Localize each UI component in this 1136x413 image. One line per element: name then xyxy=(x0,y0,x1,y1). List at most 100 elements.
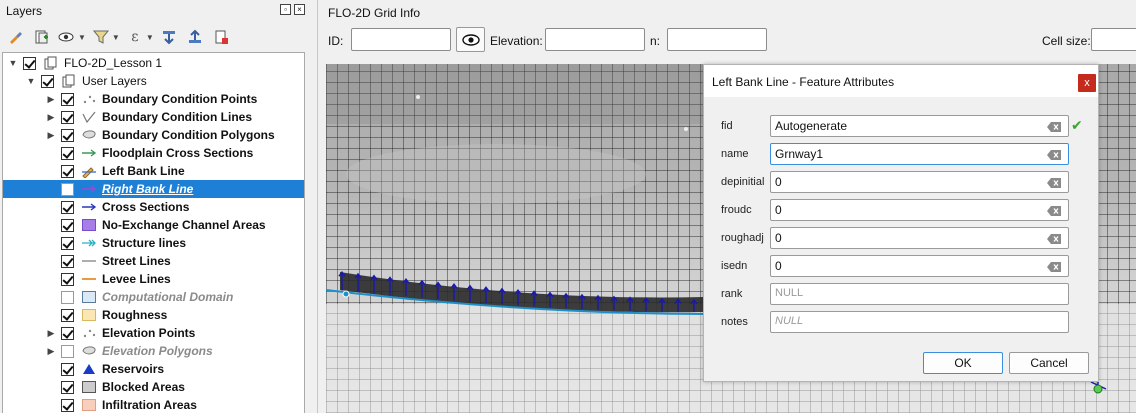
field-input-notes[interactable]: NULL xyxy=(770,311,1069,333)
n-input[interactable] xyxy=(667,28,767,51)
orange-line-icon xyxy=(80,272,98,286)
field-label-isedn: isedn xyxy=(721,260,748,272)
eye-button[interactable] xyxy=(456,27,485,52)
ok-button[interactable]: OK xyxy=(923,352,1003,374)
add-group-icon[interactable] xyxy=(30,26,52,48)
layer-visibility-checkbox[interactable] xyxy=(61,92,74,106)
layer-tree-item[interactable]: Right Bank Line xyxy=(3,180,304,198)
field-input-froudc[interactable]: 0 xyxy=(770,199,1069,221)
terrain-shade xyxy=(326,64,706,124)
layer-tree-item[interactable]: Levee Lines xyxy=(3,270,304,288)
layer-tree-item[interactable]: ▶ Boundary Condition Points xyxy=(3,90,304,108)
cell-size-input[interactable] xyxy=(1091,28,1136,51)
layer-tree-item[interactable]: Cross Sections xyxy=(3,198,304,216)
layer-visibility-checkbox[interactable] xyxy=(61,362,74,376)
field-input-depinitial[interactable]: 0 xyxy=(770,171,1069,193)
clear-field-icon[interactable] xyxy=(1047,149,1061,160)
points-icon xyxy=(80,326,98,340)
collapse-all-icon[interactable] xyxy=(184,26,206,48)
layer-visibility-checkbox[interactable] xyxy=(61,290,74,304)
layer-name: Street Lines xyxy=(102,254,171,268)
layer-visibility-checkbox[interactable] xyxy=(61,326,74,340)
layer-name: FLO-2D_Lesson 1 xyxy=(64,56,163,70)
chevron-right-icon[interactable]: ▶ xyxy=(45,94,57,105)
layer-visibility-checkbox[interactable] xyxy=(41,74,54,88)
layer-visibility-checkbox[interactable] xyxy=(61,308,74,322)
close-button[interactable]: x xyxy=(1078,74,1096,92)
field-input-name[interactable]: Grnway1 xyxy=(770,143,1069,165)
layer-tree-item[interactable]: Computational Domain xyxy=(3,288,304,306)
edit-pencil-icon xyxy=(80,164,98,178)
clear-field-icon[interactable] xyxy=(1047,233,1061,244)
layer-visibility-checkbox[interactable] xyxy=(61,254,74,268)
layer-name: Left Bank Line xyxy=(102,164,185,178)
layer-tree-item[interactable]: Floodplain Cross Sections xyxy=(3,144,304,162)
polygons-icon xyxy=(80,128,98,142)
layer-visibility-checkbox[interactable] xyxy=(61,380,74,394)
float-panel-icon[interactable]: ▫ xyxy=(280,4,291,15)
id-label: ID: xyxy=(328,34,344,48)
field-label-notes: notes xyxy=(721,316,748,328)
paint-brush-icon[interactable] xyxy=(4,26,26,48)
layer-tree-item[interactable]: No-Exchange Channel Areas xyxy=(3,216,304,234)
dialog-titlebar[interactable]: Left Bank Line - Feature Attributes x xyxy=(704,65,1098,97)
chevron-down-icon[interactable]: ▼ xyxy=(112,33,120,42)
layer-tree-item[interactable]: Left Bank Line xyxy=(3,162,304,180)
clear-field-icon[interactable] xyxy=(1047,205,1061,216)
filter-icon[interactable] xyxy=(90,26,112,48)
remove-layer-icon[interactable] xyxy=(210,26,232,48)
chevron-down-icon[interactable]: ▼ xyxy=(25,76,37,86)
chevron-right-icon[interactable]: ▶ xyxy=(45,130,57,141)
chevron-right-icon[interactable]: ▶ xyxy=(45,328,57,339)
chevron-right-icon[interactable]: ▶ xyxy=(45,112,57,123)
layer-visibility-checkbox[interactable] xyxy=(61,182,74,196)
chevron-down-icon[interactable]: ▼ xyxy=(7,58,19,68)
map-point xyxy=(416,95,420,99)
layer-name: Structure lines xyxy=(102,236,187,250)
layer-tree-item[interactable]: ▼ User Layers xyxy=(3,72,304,90)
elevation-input[interactable] xyxy=(545,28,645,51)
clear-field-icon[interactable] xyxy=(1047,121,1061,132)
layer-visibility-checkbox[interactable] xyxy=(61,398,74,412)
cancel-button[interactable]: Cancel xyxy=(1009,352,1089,374)
layer-tree-item[interactable]: Street Lines xyxy=(3,252,304,270)
layer-visibility-checkbox[interactable] xyxy=(61,218,74,232)
field-value: 0 xyxy=(775,231,782,245)
layer-visibility-checkbox[interactable] xyxy=(61,128,74,142)
field-label-froudc: froudc xyxy=(721,204,752,216)
layer-visibility-checkbox[interactable] xyxy=(61,110,74,124)
layer-visibility-checkbox[interactable] xyxy=(23,56,36,70)
expand-all-icon[interactable] xyxy=(158,26,180,48)
layer-tree-item[interactable]: ▶ Elevation Polygons xyxy=(3,342,304,360)
close-panel-icon[interactable]: × xyxy=(294,4,305,15)
layer-name: Reservoirs xyxy=(102,362,165,376)
layer-tree-item[interactable]: Reservoirs xyxy=(3,360,304,378)
layer-tree-item[interactable]: ▶ Boundary Condition Polygons xyxy=(3,126,304,144)
chevron-down-icon[interactable]: ▼ xyxy=(146,33,154,42)
layer-visibility-checkbox[interactable] xyxy=(61,272,74,286)
layer-tree-item[interactable]: Roughness xyxy=(3,306,304,324)
clear-field-icon[interactable] xyxy=(1047,261,1061,272)
layer-tree-item[interactable]: ▶ Elevation Points xyxy=(3,324,304,342)
field-input-isedn[interactable]: 0 xyxy=(770,255,1069,277)
chevron-down-icon[interactable]: ▼ xyxy=(78,33,86,42)
layer-tree-item[interactable]: ▶ Boundary Condition Lines xyxy=(3,108,304,126)
chevron-right-icon[interactable]: ▶ xyxy=(45,346,57,357)
id-input[interactable] xyxy=(351,28,451,51)
layer-visibility-checkbox[interactable] xyxy=(61,344,74,358)
clear-field-icon[interactable] xyxy=(1047,177,1061,188)
field-input-roughadj[interactable]: 0 xyxy=(770,227,1069,249)
field-input-fid[interactable]: Autogenerate xyxy=(770,115,1069,137)
layer-visibility-checkbox[interactable] xyxy=(61,236,74,250)
group-icon xyxy=(60,74,78,88)
field-input-rank[interactable]: NULL xyxy=(770,283,1069,305)
expression-filter-icon[interactable]: ε xyxy=(124,26,146,48)
layer-tree-item[interactable]: ▼ FLO-2D_Lesson 1 xyxy=(3,54,304,72)
layer-visibility-checkbox[interactable] xyxy=(61,200,74,214)
layer-visibility-checkbox[interactable] xyxy=(61,164,74,178)
eye-filter-icon[interactable] xyxy=(56,26,78,48)
layer-tree-item[interactable]: Blocked Areas xyxy=(3,378,304,396)
layer-tree-item[interactable]: Infiltration Areas xyxy=(3,396,304,413)
layer-visibility-checkbox[interactable] xyxy=(61,146,74,160)
layer-tree-item[interactable]: Structure lines xyxy=(3,234,304,252)
